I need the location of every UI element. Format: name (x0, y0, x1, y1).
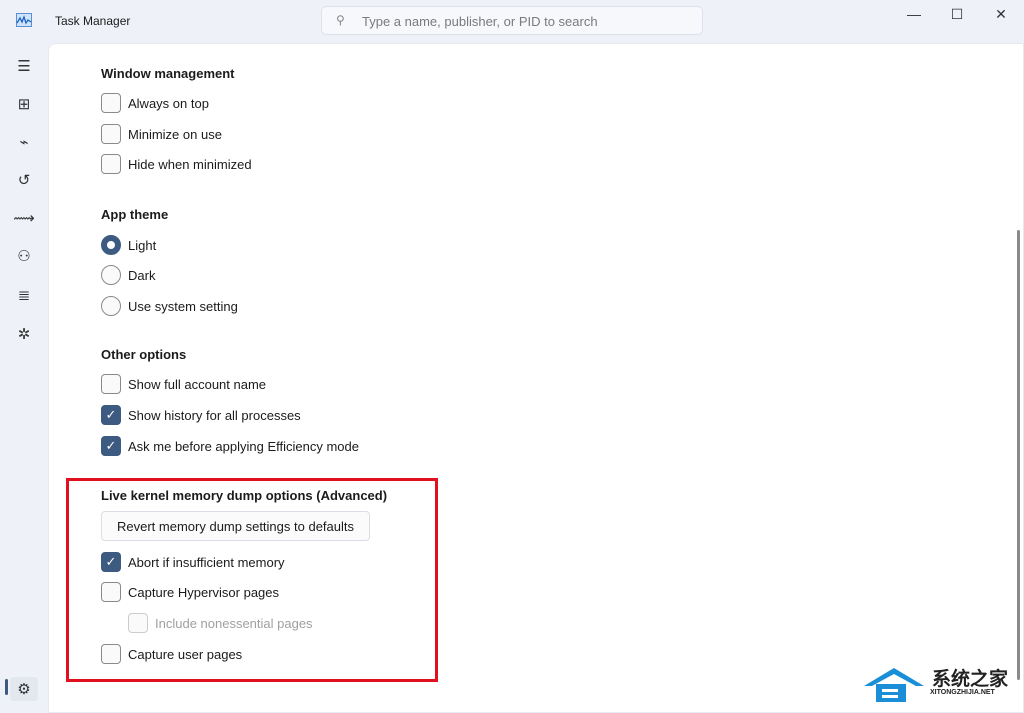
radio[interactable] (101, 235, 121, 255)
users-icon[interactable]: ⚇ (14, 246, 34, 266)
section-title: Other options (101, 347, 187, 362)
checkmark-icon[interactable]: ✓ (101, 436, 121, 456)
section-title: Window management (101, 66, 235, 81)
watermark-url: XITONGZHIJIA.NET (930, 689, 995, 696)
radio[interactable] (101, 265, 121, 285)
search-placeholder: Type a name, publisher, or PID to search (362, 14, 598, 29)
app-history-icon[interactable]: ↺ (14, 170, 34, 190)
watermark: 系统之家 XITONGZHIJIA.NET (862, 664, 1012, 706)
house-logo-icon (864, 668, 924, 702)
section-title: App theme (101, 207, 169, 222)
checkbox[interactable] (101, 93, 121, 113)
minimize-button[interactable]: — (892, 6, 936, 26)
search-input[interactable]: ⚲ Type a name, publisher, or PID to sear… (321, 6, 703, 35)
label: Minimize on use (128, 126, 222, 142)
active-indicator (5, 679, 8, 695)
window-title: Task Manager (55, 14, 131, 28)
label: Ask me before applying Efficiency mode (128, 438, 359, 454)
label: Show full account name (128, 376, 267, 392)
search-icon: ⚲ (336, 13, 345, 27)
label: Dark (128, 267, 156, 283)
label: Hide when minimized (128, 156, 252, 172)
show-history-checkbox[interactable]: ✓ Show history for all processes (101, 404, 301, 426)
menu-icon[interactable]: ☰ (14, 56, 34, 76)
services-icon[interactable]: ✲ (14, 324, 34, 344)
label: Use system setting (128, 298, 238, 314)
show-full-account-name-checkbox[interactable]: Show full account name (101, 373, 266, 395)
maximize-button[interactable]: ☐ (935, 6, 979, 26)
efficiency-mode-prompt-checkbox[interactable]: ✓ Ask me before applying Efficiency mode (101, 435, 359, 457)
hide-when-minimized-checkbox[interactable]: Hide when minimized (101, 153, 252, 175)
label: Show history for all processes (128, 407, 301, 423)
performance-icon[interactable]: ⌁ (14, 132, 34, 152)
checkmark-icon[interactable]: ✓ (101, 405, 121, 425)
label: Light (128, 237, 157, 253)
checkbox[interactable] (101, 124, 121, 144)
always-on-top-checkbox[interactable]: Always on top (101, 92, 209, 114)
sidebar: ☰ ⊞ ⌁ ↺ ⟿ ⚇ ≣ ✲ ⚙ (0, 43, 48, 713)
task-manager-app-icon (16, 13, 32, 27)
theme-light-radio[interactable]: Light (101, 234, 156, 256)
checkbox[interactable] (101, 374, 121, 394)
label: Always on top (128, 95, 209, 111)
checkbox[interactable] (101, 154, 121, 174)
startup-icon[interactable]: ⟿ (13, 208, 35, 228)
theme-system-radio[interactable]: Use system setting (101, 295, 238, 317)
radio[interactable] (101, 296, 121, 316)
close-button[interactable]: ✕ (979, 6, 1023, 26)
title-bar: Task Manager ⚲ Type a name, publisher, o… (0, 0, 1024, 43)
settings-icon[interactable]: ⚙ (10, 677, 38, 701)
theme-dark-radio[interactable]: Dark (101, 264, 155, 286)
highlight-box (66, 478, 438, 682)
scrollbar[interactable] (1017, 230, 1020, 680)
processes-icon[interactable]: ⊞ (14, 94, 34, 114)
watermark-text: 系统之家 (932, 669, 1009, 690)
minimize-on-use-checkbox[interactable]: Minimize on use (101, 123, 222, 145)
details-icon[interactable]: ≣ (14, 285, 34, 305)
